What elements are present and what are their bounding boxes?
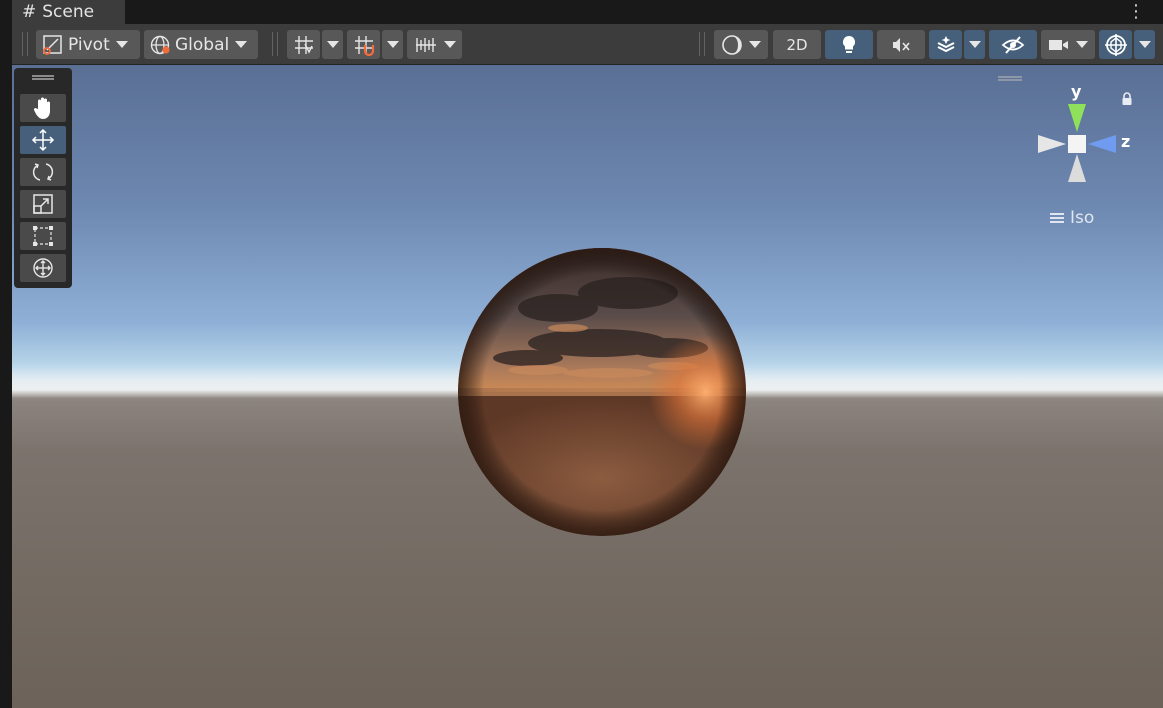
tab-title: Scene <box>42 2 95 22</box>
hand-tool-button[interactable] <box>20 94 66 122</box>
increment-snap-icon <box>354 35 374 56</box>
projection-toggle[interactable]: Iso <box>1050 208 1094 228</box>
chevron-down-icon <box>386 41 399 48</box>
rotate-icon <box>32 163 54 181</box>
chevron-down-icon <box>749 41 761 48</box>
tab-scene[interactable]: # Scene <box>12 0 125 24</box>
tab-bar: # Scene ⋮ <box>0 0 1163 24</box>
gizmo-drag-handle[interactable] <box>998 76 1022 81</box>
chevron-down-icon <box>968 41 981 48</box>
scale-icon <box>33 194 53 214</box>
y-axis-label: y <box>1071 82 1082 101</box>
audio-toggle-button[interactable] <box>877 30 925 59</box>
lighting-toggle-button[interactable] <box>825 30 873 59</box>
draw-mode-dropdown[interactable] <box>714 30 768 59</box>
more-options-icon[interactable]: ⋮ <box>1127 1 1145 22</box>
pivot-icon <box>43 34 62 55</box>
panel-drag-handle[interactable] <box>32 75 54 80</box>
move-tool-button[interactable] <box>20 126 66 154</box>
globe-icon <box>150 35 170 54</box>
chevron-down-icon <box>326 41 339 48</box>
visibility-icon <box>1001 35 1025 54</box>
chevron-down-icon <box>443 41 456 48</box>
grid-hash-icon: # <box>22 2 37 22</box>
2d-label: 2D <box>786 35 808 54</box>
gizmos-dropdown[interactable] <box>1134 30 1155 59</box>
chevron-down-icon <box>235 41 248 48</box>
menu-lines-icon <box>1050 213 1064 223</box>
move-icon <box>31 128 55 152</box>
pivot-label: Pivot <box>68 34 110 55</box>
chevron-down-icon <box>115 41 128 48</box>
chevron-down-icon <box>1076 41 1088 48</box>
chrome-sphere[interactable] <box>458 248 746 536</box>
global-dropdown[interactable]: Global <box>144 30 258 59</box>
ruler-grid-icon <box>415 37 436 52</box>
gizmos-toggle-button[interactable] <box>1099 30 1132 59</box>
toolbar-grip[interactable] <box>699 32 705 56</box>
lighting-icon <box>842 35 856 53</box>
rect-transform-icon <box>33 226 53 246</box>
toolbar-grip[interactable] <box>22 32 28 56</box>
toolbar-grip[interactable] <box>272 32 278 56</box>
projection-label: Iso <box>1070 208 1095 228</box>
ruler-grid-dropdown[interactable] <box>407 30 462 59</box>
grid-snap-dropdown[interactable] <box>322 30 343 59</box>
transform-icon <box>33 258 53 278</box>
draw-mode-icon <box>722 34 742 55</box>
orientation-gizmo[interactable]: y z <box>1030 82 1142 192</box>
camera-dropdown[interactable] <box>1041 30 1095 59</box>
effects-toggle-button[interactable] <box>929 30 962 59</box>
sphere-shape <box>458 248 746 536</box>
visibility-toggle-button[interactable] <box>989 30 1037 59</box>
increment-snap-dropdown[interactable] <box>382 30 403 59</box>
hand-icon <box>33 97 50 119</box>
chevron-down-icon <box>1138 41 1151 48</box>
increment-snap-button[interactable] <box>347 30 380 59</box>
grid-snap-icon <box>294 35 313 54</box>
camera-icon <box>1049 39 1068 50</box>
global-label: Global <box>175 34 230 55</box>
2d-toggle-button[interactable]: 2D <box>773 30 821 59</box>
pivot-dropdown[interactable]: Pivot <box>36 30 140 59</box>
rotate-tool-button[interactable] <box>20 158 66 186</box>
scale-tool-button[interactable] <box>20 190 66 218</box>
gizmos-icon <box>1104 33 1127 56</box>
transform-tool-button[interactable] <box>20 254 66 282</box>
audio-mute-icon <box>893 37 910 52</box>
rect-tool-button[interactable] <box>20 222 66 250</box>
effects-icon <box>937 35 954 52</box>
z-axis-label: z <box>1121 132 1131 151</box>
tools-overlay <box>14 68 72 288</box>
grid-snap-button[interactable] <box>287 30 320 59</box>
effects-dropdown[interactable] <box>964 30 985 59</box>
scene-toolbar: Pivot Global 2D <box>12 24 1163 65</box>
